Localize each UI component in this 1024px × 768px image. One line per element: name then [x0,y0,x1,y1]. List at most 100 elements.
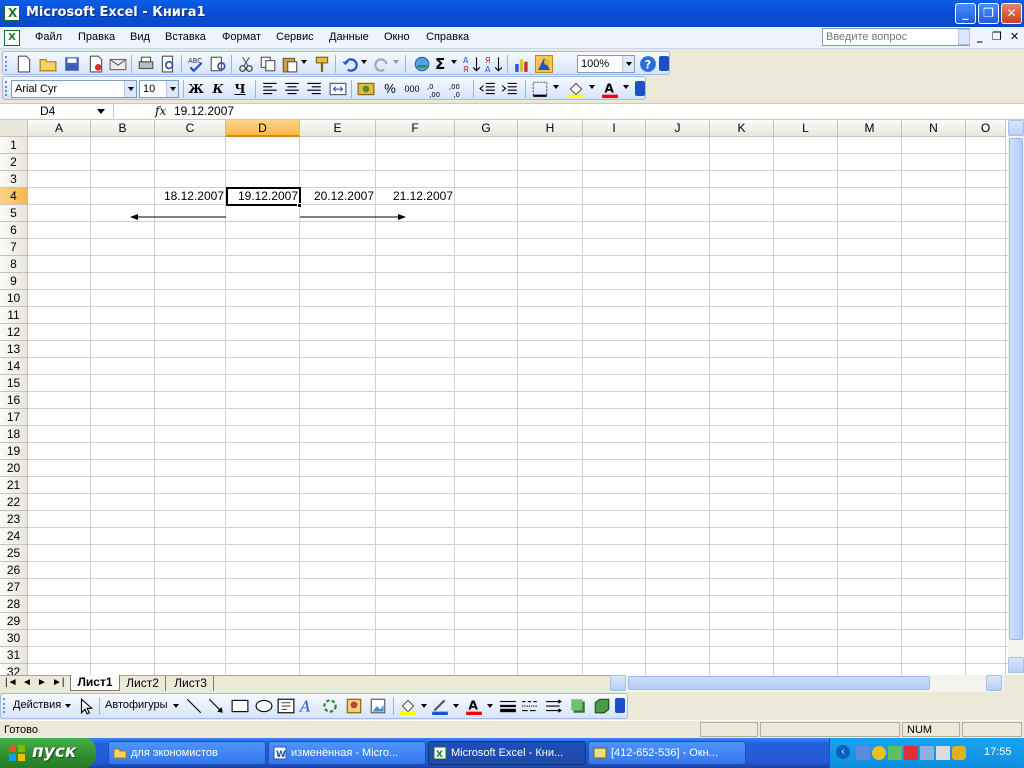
row-header-1[interactable]: 1 [0,137,28,154]
menu-data[interactable]: Данные [329,31,369,43]
font-color-dropdown-icon[interactable] [623,85,629,89]
italic-button[interactable]: К [209,80,227,98]
toolbar-options-icon[interactable] [635,81,645,96]
doc-close-button[interactable]: ✕ [1010,30,1019,43]
decrease-indent-icon[interactable] [479,80,497,98]
shape-fill-icon[interactable] [399,697,417,715]
hyperlink-icon[interactable] [413,55,431,73]
row-header-25[interactable]: 25 [0,545,28,562]
actions-dropdown-icon[interactable] [65,704,71,708]
column-header-N[interactable]: N [902,120,966,137]
line-color-icon[interactable] [431,697,449,715]
row-header-13[interactable]: 13 [0,341,28,358]
column-header-H[interactable]: H [518,120,583,137]
save-icon[interactable] [63,55,81,73]
task-chat[interactable]: [412-652-536] - Окн... [588,741,746,765]
autosum-dropdown-icon[interactable] [451,60,457,64]
row-header-10[interactable]: 10 [0,290,28,307]
font-name-combobox[interactable]: Arial Cyr [11,80,137,98]
cell-F4[interactable]: 21.12.2007 [377,188,455,205]
row-header-5[interactable]: 5 [0,205,28,222]
column-header-G[interactable]: G [455,120,518,137]
column-header-L[interactable]: L [774,120,838,137]
arrow-style-icon[interactable] [545,697,563,715]
picture-icon[interactable] [369,697,387,715]
column-header-E[interactable]: E [300,120,376,137]
font-size-combobox[interactable]: 10 [139,80,179,98]
font-dropdown-icon[interactable] [124,81,136,97]
row-header-11[interactable]: 11 [0,307,28,324]
bold-button[interactable]: Ж [187,80,205,98]
align-center-icon[interactable] [283,80,301,98]
antivirus-icon[interactable] [872,746,886,760]
row-header-27[interactable]: 27 [0,579,28,596]
row-header-20[interactable]: 20 [0,460,28,477]
print-preview-icon[interactable] [159,55,177,73]
doc-restore-button[interactable]: ❐ [992,30,1002,43]
draw-actions-menu[interactable]: Действия [13,699,61,711]
select-all-corner[interactable] [0,120,28,137]
3d-style-icon[interactable] [593,697,611,715]
undo-icon[interactable] [341,55,359,73]
row-header-19[interactable]: 19 [0,443,28,460]
draw-font-color-icon[interactable]: A [465,697,483,715]
line-style-icon[interactable] [499,697,517,715]
tray-expand-icon[interactable]: ‹ [836,745,850,759]
align-right-icon[interactable] [305,80,323,98]
research-icon[interactable] [209,55,227,73]
clip-art-icon[interactable] [345,697,363,715]
autoshapes-dropdown-icon[interactable] [173,704,179,708]
cell-E4[interactable]: 20.12.2007 [301,188,376,205]
menu-edit[interactable]: Правка [78,31,115,43]
row-header-16[interactable]: 16 [0,392,28,409]
security-shield-icon[interactable] [952,746,966,760]
task-word[interactable]: W изменённая - Micro... [268,741,426,765]
toolbar-options-icon[interactable] [659,56,669,71]
redo-dropdown-icon[interactable] [393,60,399,64]
draw-font-dropdown-icon[interactable] [487,704,493,708]
help-search-input[interactable]: Введите вопрос [822,28,970,46]
scroll-left-button[interactable] [610,675,626,691]
scroll-right-button[interactable] [986,675,1002,691]
row-header-30[interactable]: 30 [0,630,28,647]
tab-sheet2[interactable]: Лист2 [120,676,166,691]
menu-format[interactable]: Формат [222,31,261,43]
row-header-31[interactable]: 31 [0,647,28,664]
row-header-2[interactable]: 2 [0,154,28,171]
paste-icon[interactable] [281,55,299,73]
size-dropdown-icon[interactable] [166,81,178,97]
row-header-8[interactable]: 8 [0,256,28,273]
close-button[interactable]: ✕ [1001,3,1022,24]
menu-help[interactable]: Справка [426,31,469,43]
chart-wizard-icon[interactable] [513,55,531,73]
shape-fill-dropdown-icon[interactable] [421,704,427,708]
tab-last-icon[interactable]: ►| [52,677,65,688]
sort-descending-icon[interactable]: ЯА [485,55,503,73]
sort-ascending-icon[interactable]: АЯ [463,55,481,73]
column-header-C[interactable]: C [155,120,226,137]
open-icon[interactable] [39,55,57,73]
text-box-icon[interactable] [277,697,295,715]
wordart-icon[interactable]: A [299,697,317,715]
restore-button[interactable]: ❐ [978,3,999,24]
percent-button[interactable]: % [381,80,399,98]
spelling-icon[interactable]: ABC [187,55,205,73]
borders-icon[interactable] [531,80,549,98]
menu-file[interactable]: Файл [35,31,62,43]
paste-dropdown-icon[interactable] [301,60,307,64]
row-header-4[interactable]: 4 [0,188,28,205]
excel-app-icon[interactable] [4,5,20,21]
format-painter-icon[interactable] [313,55,331,73]
menu-insert[interactable]: Вставка [165,31,206,43]
row-header-22[interactable]: 22 [0,494,28,511]
vertical-scroll-thumb[interactable] [1009,138,1023,640]
currency-icon[interactable] [357,80,375,98]
network-icon[interactable] [856,746,870,760]
row-header-24[interactable]: 24 [0,528,28,545]
vertical-scrollbar[interactable] [1008,120,1024,675]
volume-icon[interactable] [936,746,950,760]
app-k-icon[interactable] [904,746,918,760]
clock[interactable]: 17:55 [984,746,1012,758]
tab-first-icon[interactable]: |◄ [5,677,18,688]
row-header-23[interactable]: 23 [0,511,28,528]
